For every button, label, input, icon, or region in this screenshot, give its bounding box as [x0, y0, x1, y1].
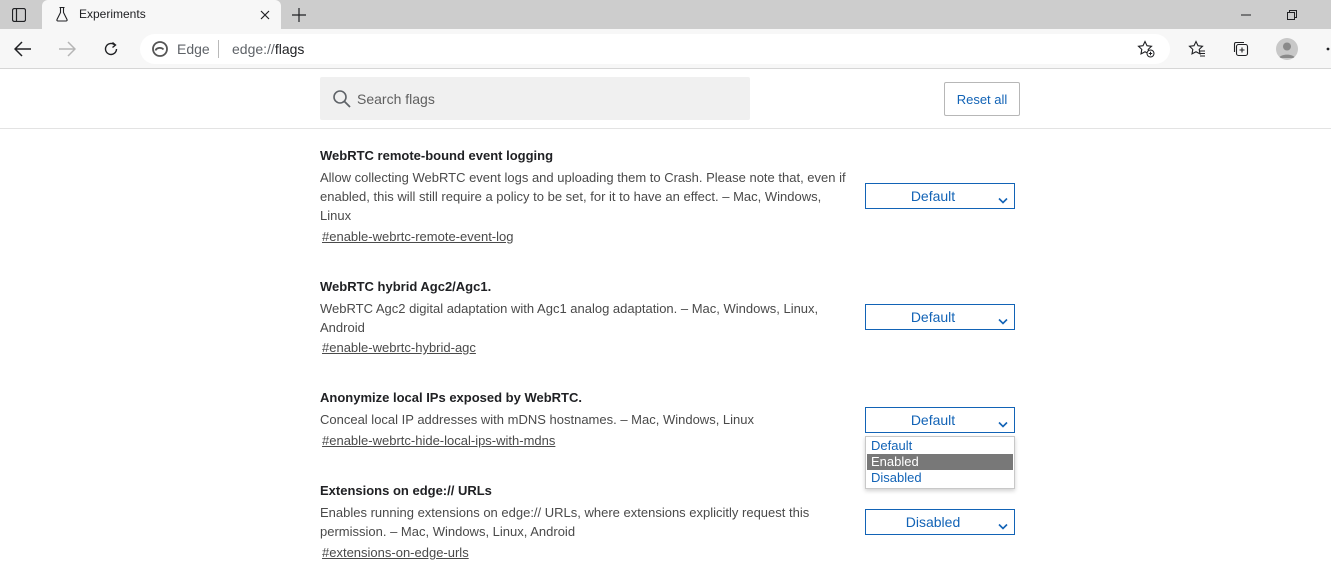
select-value: Disabled — [905, 514, 961, 530]
experiment-select[interactable]: Default — [865, 183, 1015, 209]
address-bar[interactable]: Edge edge://flags — [140, 34, 1170, 64]
address-separator — [218, 40, 219, 58]
experiment-title: WebRTC remote-bound event logging — [320, 148, 554, 163]
experiment-select[interactable]: Disabled — [865, 509, 1015, 535]
edge-logo-icon — [152, 41, 168, 57]
option-default[interactable]: Default — [867, 438, 1013, 454]
experiment-select[interactable]: Default — [865, 304, 1015, 330]
restore-icon[interactable] — [1277, 4, 1307, 26]
search-box[interactable] — [320, 77, 750, 120]
tab-strip: Experiments — [0, 0, 1331, 29]
url-host: flags — [274, 41, 305, 57]
flags-header: Reset all — [0, 70, 1331, 129]
option-enabled[interactable]: Enabled — [867, 454, 1013, 470]
experiment-title: WebRTC hybrid Agc2/Agc1. — [320, 279, 492, 294]
new-tab-icon[interactable] — [288, 4, 310, 26]
experiment-title: Extensions on edge:// URLs — [320, 483, 492, 498]
tab-experiments[interactable]: Experiments — [42, 0, 281, 29]
select-dropdown-list: Default Enabled Disabled — [865, 436, 1015, 489]
add-favorite-icon[interactable] — [1136, 39, 1156, 59]
tab-title: Experiments — [79, 7, 146, 21]
experiment-select[interactable]: Default — [865, 407, 1015, 433]
forward-icon[interactable] — [53, 35, 81, 63]
url-text: edge://flags — [232, 41, 304, 57]
experiment-description: Conceal local IP addresses with mDNS hos… — [320, 412, 755, 427]
site-name: Edge — [177, 41, 210, 57]
chevron-down-icon — [998, 416, 1008, 428]
back-icon[interactable] — [9, 35, 37, 63]
experiment-link[interactable]: #extensions-on-edge-urls — [322, 545, 469, 560]
option-disabled[interactable]: Disabled — [867, 470, 1013, 486]
favorites-icon[interactable] — [1183, 35, 1211, 63]
minimize-icon[interactable] — [1231, 4, 1261, 26]
refresh-icon[interactable] — [97, 35, 125, 63]
chevron-down-icon — [998, 313, 1008, 325]
collections-icon[interactable] — [1227, 35, 1255, 63]
reset-all-button[interactable]: Reset all — [944, 82, 1020, 116]
experiment-link[interactable]: #enable-webrtc-remote-event-log — [322, 229, 513, 244]
close-tab-icon[interactable] — [256, 6, 274, 24]
url-scheme: edge:// — [232, 41, 275, 57]
beaker-icon — [54, 6, 70, 22]
experiment-description: WebRTC Agc2 digital adaptation with Agc1… — [320, 301, 819, 335]
chevron-down-icon — [998, 192, 1008, 204]
experiment-description: Allow collecting WebRTC event logs and u… — [320, 170, 846, 223]
select-value: Default — [910, 188, 956, 204]
experiment-description: Enables running extensions on edge:// UR… — [320, 505, 810, 539]
search-input[interactable] — [357, 77, 737, 120]
experiment-link[interactable]: #enable-webrtc-hybrid-agc — [322, 340, 476, 355]
select-value: Default — [910, 412, 956, 428]
select-value: Default — [910, 309, 956, 325]
tab-actions-icon[interactable] — [4, 4, 34, 26]
profile-avatar[interactable] — [1276, 38, 1298, 60]
browser-toolbar: Edge edge://flags — [0, 29, 1331, 69]
experiment-title: Anonymize local IPs exposed by WebRTC. — [320, 390, 582, 405]
experiment-link[interactable]: #enable-webrtc-hide-local-ips-with-mdns — [322, 433, 555, 448]
more-menu-icon[interactable] — [1314, 35, 1331, 63]
search-icon — [332, 89, 352, 109]
chevron-down-icon — [998, 518, 1008, 530]
